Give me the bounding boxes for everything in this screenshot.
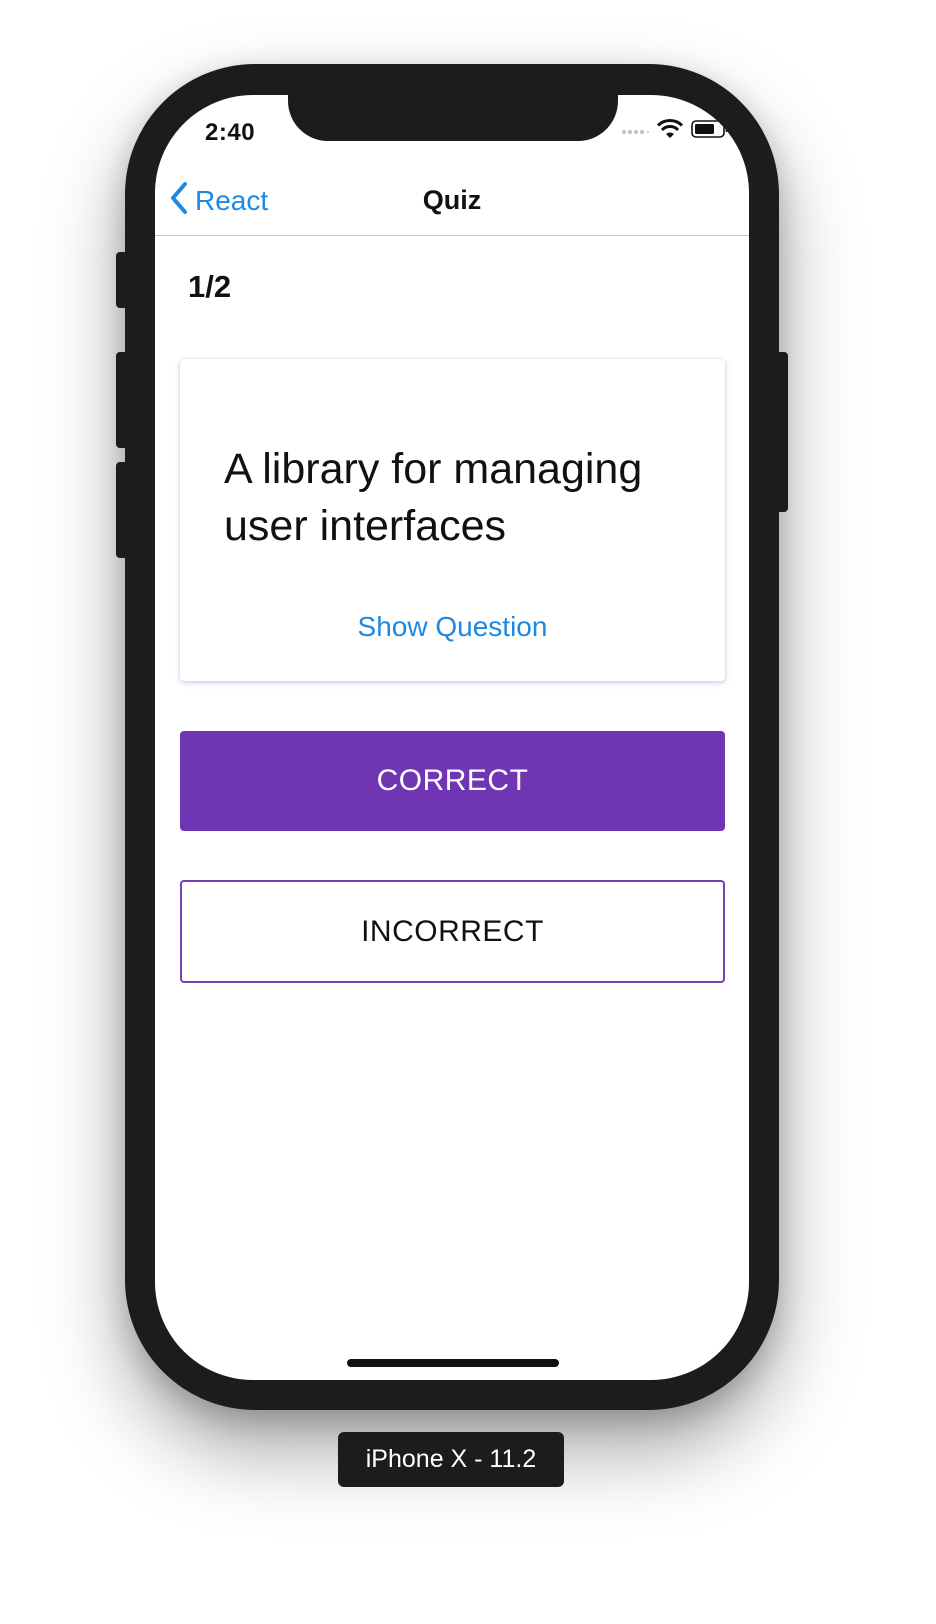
incorrect-button[interactable]: INCORRECT <box>180 880 725 983</box>
notch <box>288 95 618 141</box>
volume-up-button <box>116 352 128 448</box>
volume-down-button <box>116 462 128 558</box>
power-button <box>776 352 788 512</box>
home-indicator[interactable] <box>347 1359 559 1367</box>
question-counter: 1/2 <box>188 269 232 304</box>
simulator-label: iPhone X - 11.2 <box>338 1432 564 1487</box>
signal-dots-icon <box>621 122 649 140</box>
quiz-card: A library for managing user interfaces S… <box>180 359 725 681</box>
status-time: 2:40 <box>205 119 256 146</box>
status-icons <box>621 118 729 144</box>
correct-button[interactable]: CORRECT <box>180 731 725 831</box>
show-question-link[interactable]: Show Question <box>180 611 725 643</box>
wifi-icon <box>656 118 684 144</box>
mute-switch <box>116 252 128 308</box>
screen: 2:40 React Quiz 1/2 A library for managi… <box>155 95 749 1380</box>
navigation-bar: React Quiz <box>155 165 749 236</box>
battery-icon <box>691 119 729 143</box>
card-answer-text: A library for managing user interfaces <box>224 445 643 550</box>
nav-title: Quiz <box>422 185 482 215</box>
